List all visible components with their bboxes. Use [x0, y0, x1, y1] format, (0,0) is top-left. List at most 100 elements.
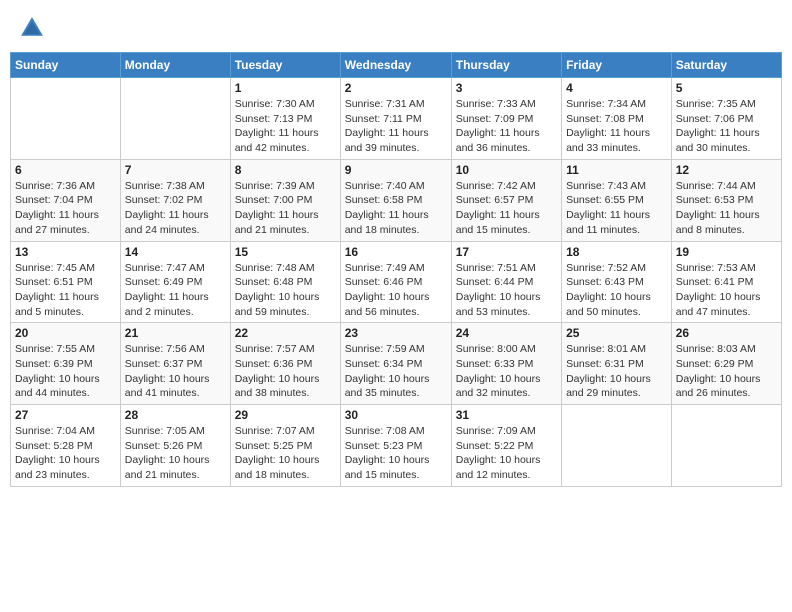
- day-number: 29: [235, 408, 336, 422]
- sunrise-text: Sunrise: 8:03 AM: [676, 342, 777, 357]
- sunset-text: Sunset: 7:04 PM: [15, 193, 116, 208]
- calendar-day-cell: 30Sunrise: 7:08 AMSunset: 5:23 PMDayligh…: [340, 405, 451, 487]
- calendar-day-cell: 5Sunrise: 7:35 AMSunset: 7:06 PMDaylight…: [671, 78, 781, 160]
- day-info: Sunrise: 8:03 AMSunset: 6:29 PMDaylight:…: [676, 342, 777, 401]
- day-number: 31: [456, 408, 557, 422]
- calendar-day-cell: 20 Sunrise: 7:55 AMSunset: 6:39 PMDayligh…: [11, 323, 121, 405]
- daylight-text: Daylight: 11 hours and 11 minutes.: [566, 208, 667, 237]
- sunrise-text: Sunrise: 7:33 AM: [456, 97, 557, 112]
- day-number: 17: [456, 245, 557, 259]
- calendar-day-cell: 19Sunrise: 7:53 AMSunset: 6:41 PMDayligh…: [671, 241, 781, 323]
- daylight-text: Daylight: 11 hours and 24 minutes.: [125, 208, 226, 237]
- sunset-text: Sunset: 6:33 PM: [456, 357, 557, 372]
- sunrise-text: Sunrise: 7:56 AM: [125, 342, 226, 357]
- calendar-day-cell: [562, 405, 672, 487]
- day-number: 24: [456, 326, 557, 340]
- day-number: 23: [345, 326, 447, 340]
- sunset-text: Sunset: 5:26 PM: [125, 439, 226, 454]
- day-number: 2: [345, 81, 447, 95]
- logo-icon: [18, 14, 46, 42]
- calendar-day-cell: 14Sunrise: 7:47 AMSunset: 6:49 PMDayligh…: [120, 241, 230, 323]
- day-info: Sunrise: 7:30 AMSunset: 7:13 PMDaylight:…: [235, 97, 336, 156]
- day-number: 15: [235, 245, 336, 259]
- day-info: Sunrise: 7:53 AMSunset: 6:41 PMDaylight:…: [676, 261, 777, 320]
- sunrise-text: Sunrise: 7:49 AM: [345, 261, 447, 276]
- day-number: 28: [125, 408, 226, 422]
- calendar-day-cell: 15Sunrise: 7:48 AMSunset: 6:48 PMDayligh…: [230, 241, 340, 323]
- day-info: Sunrise: 7:42 AMSunset: 6:57 PMDaylight:…: [456, 179, 557, 238]
- calendar-day-cell: 23 Sunrise: 7:59 AMSunset: 6:34 PMDayligh…: [340, 323, 451, 405]
- sunset-text: Sunset: 5:23 PM: [345, 439, 447, 454]
- weekday-header-cell: Sunday: [11, 53, 121, 78]
- calendar-day-cell: [120, 78, 230, 160]
- sunrise-text: Sunrise: 7:44 AM: [676, 179, 777, 194]
- sunset-text: Sunset: 7:06 PM: [676, 112, 777, 127]
- day-info: Sunrise: 7:36 AMSunset: 7:04 PMDaylight:…: [15, 179, 116, 238]
- sunrise-text: Sunrise: 7:59 AM: [345, 342, 447, 357]
- sunrise-text: Sunrise: 7:05 AM: [125, 424, 226, 439]
- sunrise-text: Sunrise: 7:55 AM: [15, 342, 116, 357]
- sunrise-text: Sunrise: 7:04 AM: [15, 424, 116, 439]
- daylight-text: Daylight: 10 hours and 56 minutes.: [345, 290, 447, 319]
- daylight-text: Daylight: 10 hours and 15 minutes.: [345, 453, 447, 482]
- sunset-text: Sunset: 6:48 PM: [235, 275, 336, 290]
- calendar-day-cell: 29 Sunrise: 7:07 AMSunset: 5:25 PMDayligh…: [230, 405, 340, 487]
- calendar-day-cell: 3Sunrise: 7:33 AMSunset: 7:09 PMDaylight…: [451, 78, 561, 160]
- daylight-text: Daylight: 10 hours and 53 minutes.: [456, 290, 557, 319]
- daylight-text: Daylight: 10 hours and 23 minutes.: [15, 453, 116, 482]
- daylight-text: Daylight: 11 hours and 42 minutes.: [235, 126, 336, 155]
- sunset-text: Sunset: 6:29 PM: [676, 357, 777, 372]
- sunset-text: Sunset: 5:25 PM: [235, 439, 336, 454]
- calendar-week-row: 1Sunrise: 7:30 AMSunset: 7:13 PMDaylight…: [11, 78, 782, 160]
- calendar-day-cell: 18Sunrise: 7:52 AMSunset: 6:43 PMDayligh…: [562, 241, 672, 323]
- day-info: Sunrise: 7:31 AMSunset: 7:11 PMDaylight:…: [345, 97, 447, 156]
- day-number: 20: [15, 326, 116, 340]
- day-info: Sunrise: 7:44 AMSunset: 6:53 PMDaylight:…: [676, 179, 777, 238]
- weekday-header-row: SundayMondayTuesdayWednesdayThursdayFrid…: [11, 53, 782, 78]
- weekday-header-cell: Wednesday: [340, 53, 451, 78]
- sunrise-text: Sunrise: 7:47 AM: [125, 261, 226, 276]
- sunset-text: Sunset: 5:28 PM: [15, 439, 116, 454]
- daylight-text: Daylight: 10 hours and 50 minutes.: [566, 290, 667, 319]
- sunrise-text: Sunrise: 7:35 AM: [676, 97, 777, 112]
- calendar-day-cell: 2 Sunrise: 7:31 AMSunset: 7:11 PMDaylight…: [340, 78, 451, 160]
- day-info: Sunrise: 7:40 AMSunset: 6:58 PMDaylight:…: [345, 179, 447, 238]
- sunset-text: Sunset: 7:00 PM: [235, 193, 336, 208]
- daylight-text: Daylight: 10 hours and 35 minutes.: [345, 372, 447, 401]
- weekday-header-cell: Friday: [562, 53, 672, 78]
- day-info: Sunrise: 7:43 AMSunset: 6:55 PMDaylight:…: [566, 179, 667, 238]
- day-number: 25: [566, 326, 667, 340]
- sunrise-text: Sunrise: 7:51 AM: [456, 261, 557, 276]
- daylight-text: Daylight: 10 hours and 32 minutes.: [456, 372, 557, 401]
- day-number: 12: [676, 163, 777, 177]
- calendar-day-cell: 13Sunrise: 7:45 AMSunset: 6:51 PMDayligh…: [11, 241, 121, 323]
- sunset-text: Sunset: 5:22 PM: [456, 439, 557, 454]
- calendar-day-cell: 17 Sunrise: 7:51 AMSunset: 6:44 PMDayligh…: [451, 241, 561, 323]
- daylight-text: Daylight: 10 hours and 38 minutes.: [235, 372, 336, 401]
- sunset-text: Sunset: 7:13 PM: [235, 112, 336, 127]
- day-info: Sunrise: 7:08 AMSunset: 5:23 PMDaylight:…: [345, 424, 447, 483]
- day-info: Sunrise: 7:07 AMSunset: 5:25 PMDaylight:…: [235, 424, 336, 483]
- day-info: Sunrise: 7:51 AMSunset: 6:44 PMDaylight:…: [456, 261, 557, 320]
- daylight-text: Daylight: 11 hours and 27 minutes.: [15, 208, 116, 237]
- daylight-text: Daylight: 10 hours and 44 minutes.: [15, 372, 116, 401]
- sunrise-text: Sunrise: 7:40 AM: [345, 179, 447, 194]
- calendar-day-cell: 10 Sunrise: 7:42 AMSunset: 6:57 PMDayligh…: [451, 159, 561, 241]
- sunrise-text: Sunrise: 7:31 AM: [345, 97, 447, 112]
- calendar-day-cell: 12 Sunrise: 7:44 AMSunset: 6:53 PMDayligh…: [671, 159, 781, 241]
- day-number: 11: [566, 163, 667, 177]
- sunrise-text: Sunrise: 7:39 AM: [235, 179, 336, 194]
- sunset-text: Sunset: 7:02 PM: [125, 193, 226, 208]
- daylight-text: Daylight: 11 hours and 5 minutes.: [15, 290, 116, 319]
- sunset-text: Sunset: 6:49 PM: [125, 275, 226, 290]
- sunset-text: Sunset: 6:41 PM: [676, 275, 777, 290]
- day-info: Sunrise: 7:59 AMSunset: 6:34 PMDaylight:…: [345, 342, 447, 401]
- logo: [18, 14, 50, 42]
- day-number: 10: [456, 163, 557, 177]
- sunrise-text: Sunrise: 7:43 AM: [566, 179, 667, 194]
- calendar-day-cell: [11, 78, 121, 160]
- day-info: Sunrise: 7:34 AMSunset: 7:08 PMDaylight:…: [566, 97, 667, 156]
- sunset-text: Sunset: 6:39 PM: [15, 357, 116, 372]
- calendar-week-row: 6Sunrise: 7:36 AMSunset: 7:04 PMDaylight…: [11, 159, 782, 241]
- daylight-text: Daylight: 10 hours and 18 minutes.: [235, 453, 336, 482]
